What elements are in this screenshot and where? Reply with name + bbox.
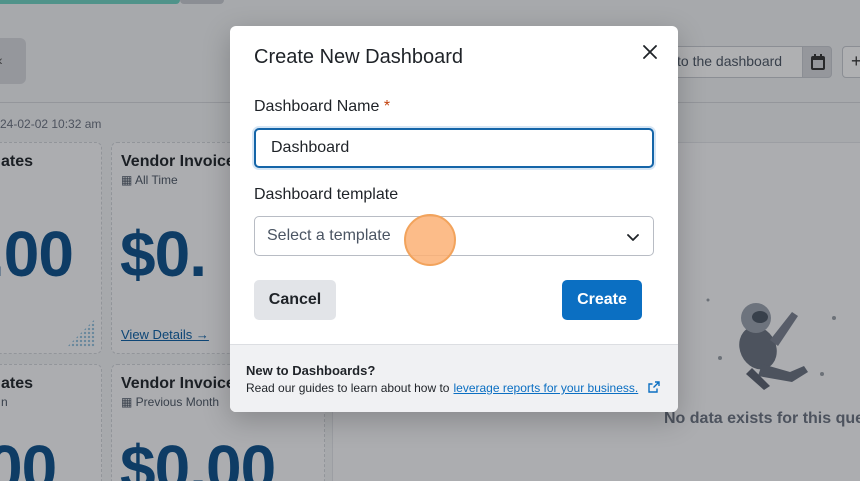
dashboard-name-input[interactable] <box>254 128 654 168</box>
dashboard-name-label: Dashboard Name * <box>254 98 391 115</box>
create-button[interactable]: Create <box>562 280 642 320</box>
guides-link[interactable]: leverage reports for your business. <box>453 381 638 395</box>
pointer-indicator <box>404 214 456 266</box>
cancel-button[interactable]: Cancel <box>254 280 336 320</box>
external-link-icon[interactable] <box>648 381 660 393</box>
required-marker: * <box>383 98 391 115</box>
close-button[interactable] <box>638 40 662 64</box>
dialog-footer: New to Dashboards? Read our guides to le… <box>230 344 678 412</box>
template-placeholder: Select a template <box>267 227 391 244</box>
close-icon <box>643 45 657 59</box>
create-dashboard-dialog: Create New Dashboard Dashboard Name * Da… <box>230 26 678 412</box>
chevron-down-icon <box>627 234 639 241</box>
dialog-title: Create New Dashboard <box>254 46 463 68</box>
footer-title: New to Dashboards? <box>246 363 376 378</box>
footer-text: Read our guides to learn about how to lev… <box>246 381 639 395</box>
dashboard-template-label: Dashboard template <box>254 186 399 203</box>
